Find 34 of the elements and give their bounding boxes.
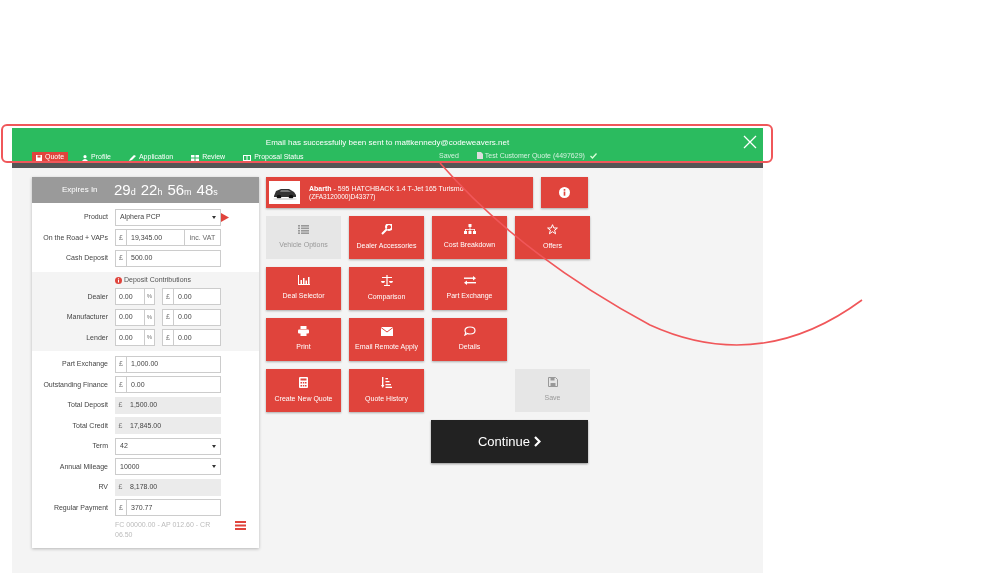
close-icon[interactable] [743,135,757,149]
sort-icon [381,376,392,388]
info-icon [115,277,122,284]
countdown-value: 56m [167,180,192,200]
list-icon [298,224,309,234]
info-button[interactable] [541,177,588,208]
pencil-icon [128,154,136,161]
person-icon [82,154,89,161]
grid-icon [191,154,200,161]
menu-icon[interactable] [235,521,246,530]
speech-bubble-icon [463,326,476,337]
envelope-icon [380,326,393,336]
swap-arrows-icon [463,275,476,285]
save-icon [36,154,42,161]
check-icon [589,152,597,159]
countdown-value: 22h [140,180,163,200]
countdown-value: 29d [114,180,136,200]
calculator-icon [299,376,308,388]
columns-icon [243,154,252,161]
continue-button[interactable]: Continue [431,420,588,463]
notification-message: Email has successfully been sent to mattkennedy@codeweavers.net [264,137,511,149]
printer-icon [298,326,309,337]
dropdown-icon [212,215,216,219]
info-icon [559,187,570,198]
dropdown-icon [212,444,216,448]
star-icon [547,223,558,235]
bar-chart-icon [297,275,310,286]
chevron-right-icon [534,436,541,447]
scales-icon [380,274,393,286]
countdown-value: 48s [196,180,218,200]
timer-label: Expires In [62,184,99,196]
hierarchy-icon [463,224,476,235]
dropdown-icon [212,465,216,469]
document-icon [476,152,483,160]
